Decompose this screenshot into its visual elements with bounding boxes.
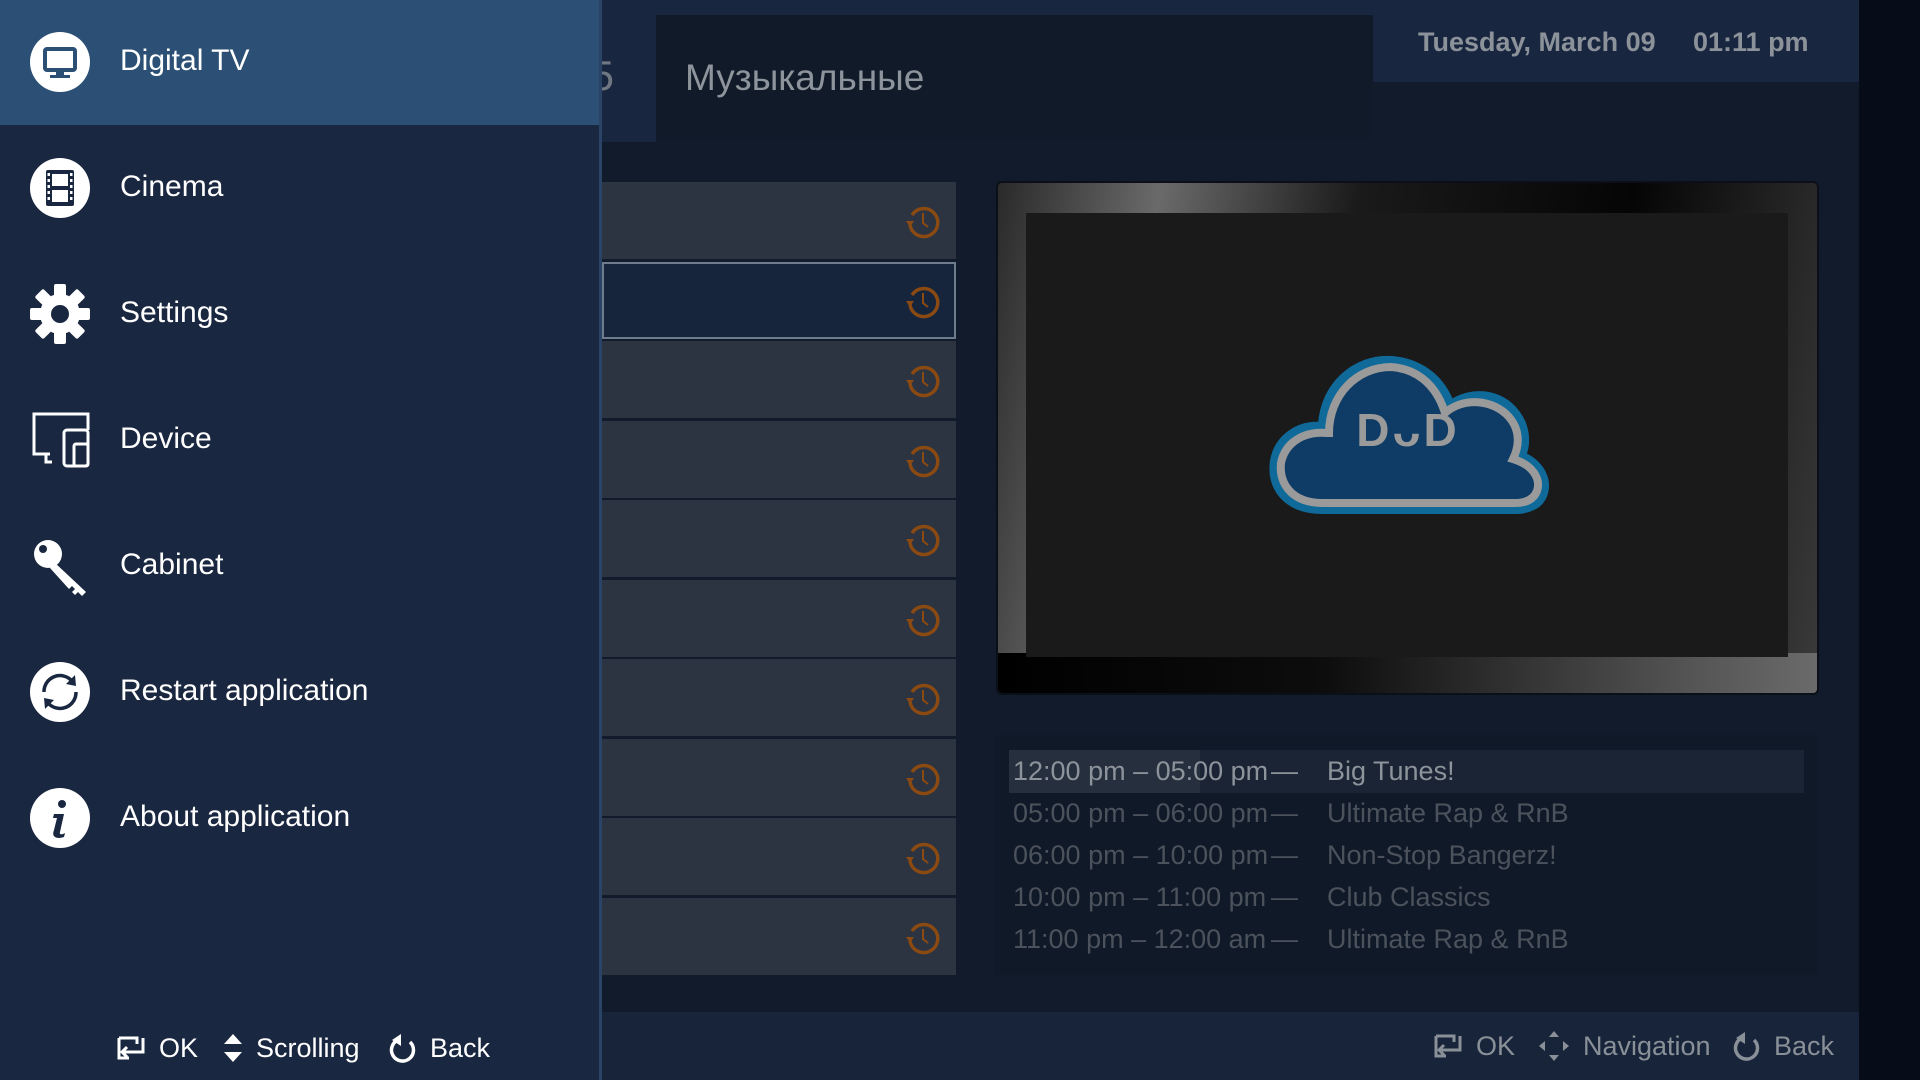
film-icon — [30, 158, 90, 218]
program-time: 10:00 pm – 11:00 pm — [1013, 882, 1267, 912]
channel-list-row[interactable] — [602, 420, 956, 498]
back-icon — [1733, 1032, 1760, 1061]
program-title: Non-Stop Bangerz! — [1327, 840, 1557, 870]
program-time: 11:00 pm – 12:00 am — [1013, 924, 1267, 954]
sidebar-item-about[interactable]: About application — [0, 756, 599, 881]
program-title: Club Classics — [1327, 882, 1491, 912]
info-icon — [30, 788, 90, 848]
menu-label: Settings — [120, 296, 229, 329]
hint-ok[interactable]: OK — [1432, 1030, 1515, 1062]
separator: — — [1271, 924, 1298, 954]
tv-preview-frame: DᴗD — [998, 183, 1817, 693]
menu-label: Cinema — [120, 170, 224, 203]
program-title: Big Tunes! — [1327, 756, 1455, 786]
enter-icon — [117, 1036, 145, 1060]
separator: — — [1271, 798, 1298, 828]
history-icon — [906, 286, 940, 318]
program-title: Ultimate Rap & RnB — [1327, 798, 1569, 828]
history-icon — [906, 524, 940, 557]
channel-list-row[interactable] — [602, 897, 956, 975]
sidebar-item-restart[interactable]: Restart application — [0, 630, 599, 755]
history-icon — [906, 445, 940, 477]
updown-icon — [224, 1034, 242, 1062]
sidebar-item-settings[interactable]: Settings — [0, 252, 599, 377]
menu-label: Digital TV — [120, 44, 250, 77]
channel-list-row[interactable] — [602, 659, 956, 736]
history-icon — [906, 763, 940, 795]
history-icon — [906, 206, 940, 239]
history-icon — [906, 604, 940, 636]
sidebar-hint-scrolling[interactable]: Scrolling — [222, 1030, 360, 1066]
channel-list-row[interactable] — [602, 341, 956, 418]
menu-label: Restart application — [120, 674, 369, 707]
sidebar-hint-back[interactable]: Back — [388, 1030, 490, 1066]
category-label: Музыкальные — [685, 57, 925, 98]
sidebar-item-cinema[interactable]: Cinema — [0, 126, 599, 251]
program-time: 06:00 pm – 10:00 pm — [1013, 840, 1269, 870]
main-footer: OK Navigation Back — [602, 1012, 1859, 1080]
category-tab[interactable]: Музыкальные — [656, 15, 1373, 142]
channel-list — [602, 182, 956, 977]
separator: — — [1271, 882, 1298, 912]
gear-icon — [30, 284, 90, 344]
enter-icon — [1434, 1034, 1462, 1058]
history-icon — [906, 683, 940, 716]
hint-label: OK — [1476, 1030, 1516, 1061]
schedule-row: 10:00 pm – 11:00 pm — Club Classics — [1009, 876, 1804, 919]
restart-icon — [30, 662, 90, 722]
channel-list-row[interactable] — [602, 261, 956, 339]
hint-back[interactable]: Back — [1732, 1030, 1834, 1062]
tv-icon — [30, 32, 90, 92]
logo-text: DᴗD — [1356, 404, 1460, 456]
history-icon — [906, 365, 940, 398]
history-icon — [906, 922, 940, 954]
menu-label: Cabinet — [120, 548, 224, 581]
hint-label: OK — [159, 1032, 199, 1063]
separator: — — [1271, 756, 1298, 786]
schedule-row: 11:00 pm – 12:00 am — Ultimate Rap & RnB — [1009, 918, 1804, 961]
hint-navigation[interactable]: Navigation — [1537, 1030, 1711, 1062]
program-title: Ultimate Rap & RnB — [1327, 924, 1569, 954]
date-text: Tuesday, March 09 — [1418, 27, 1656, 57]
hint-label: Scrolling — [256, 1032, 360, 1063]
schedule-row: 06:00 pm – 10:00 pm — Non-Stop Bangerz! — [1009, 834, 1804, 877]
program-schedule: 12:00 pm – 05:00 pm — Big Tunes! 05:00 pm –… — [995, 735, 1818, 975]
channel-logo: DᴗD — [1265, 351, 1551, 519]
right-strip — [1859, 0, 1920, 1080]
channel-list-row[interactable] — [602, 182, 956, 259]
hint-label: Navigation — [1583, 1030, 1711, 1061]
separator: — — [1271, 840, 1298, 870]
schedule-row: 05:00 pm – 06:00 pm — Ultimate Rap & RnB — [1009, 792, 1804, 835]
sidebar-item-digital-tv[interactable]: Digital TV — [0, 0, 599, 125]
tv-preview-screen[interactable]: DᴗD — [1026, 213, 1788, 657]
key-icon — [34, 540, 86, 596]
history-icon — [906, 842, 940, 875]
channel-list-row[interactable] — [602, 818, 956, 895]
back-icon — [389, 1034, 416, 1063]
sidebar-menu: Digital TV Cinema Settings Device Cabine… — [0, 0, 602, 1080]
navigation-icon — [1539, 1031, 1569, 1061]
program-time: 05:00 pm – 06:00 pm — [1013, 798, 1269, 828]
time-text: 01:11 pm — [1693, 27, 1809, 57]
menu-label: Device — [120, 422, 212, 455]
schedule-row: 12:00 pm – 05:00 pm — Big Tunes! — [1009, 750, 1804, 793]
sidebar-item-device[interactable]: Device — [0, 378, 599, 503]
hint-label: Back — [1774, 1030, 1835, 1061]
datetime-box: Tuesday, March 09 01:11 pm — [1373, 0, 1859, 82]
channel-list-row[interactable] — [602, 738, 956, 816]
devices-icon — [32, 412, 90, 468]
hint-label: Back — [430, 1032, 491, 1063]
menu-label: About application — [120, 800, 351, 833]
sidebar-hint-ok[interactable]: OK — [115, 1030, 198, 1066]
program-time: 12:00 pm – 05:00 pm — [1013, 756, 1269, 786]
channel-list-row[interactable] — [602, 500, 956, 577]
sidebar-item-cabinet[interactable]: Cabinet — [0, 504, 599, 629]
channel-list-row[interactable] — [602, 579, 956, 657]
